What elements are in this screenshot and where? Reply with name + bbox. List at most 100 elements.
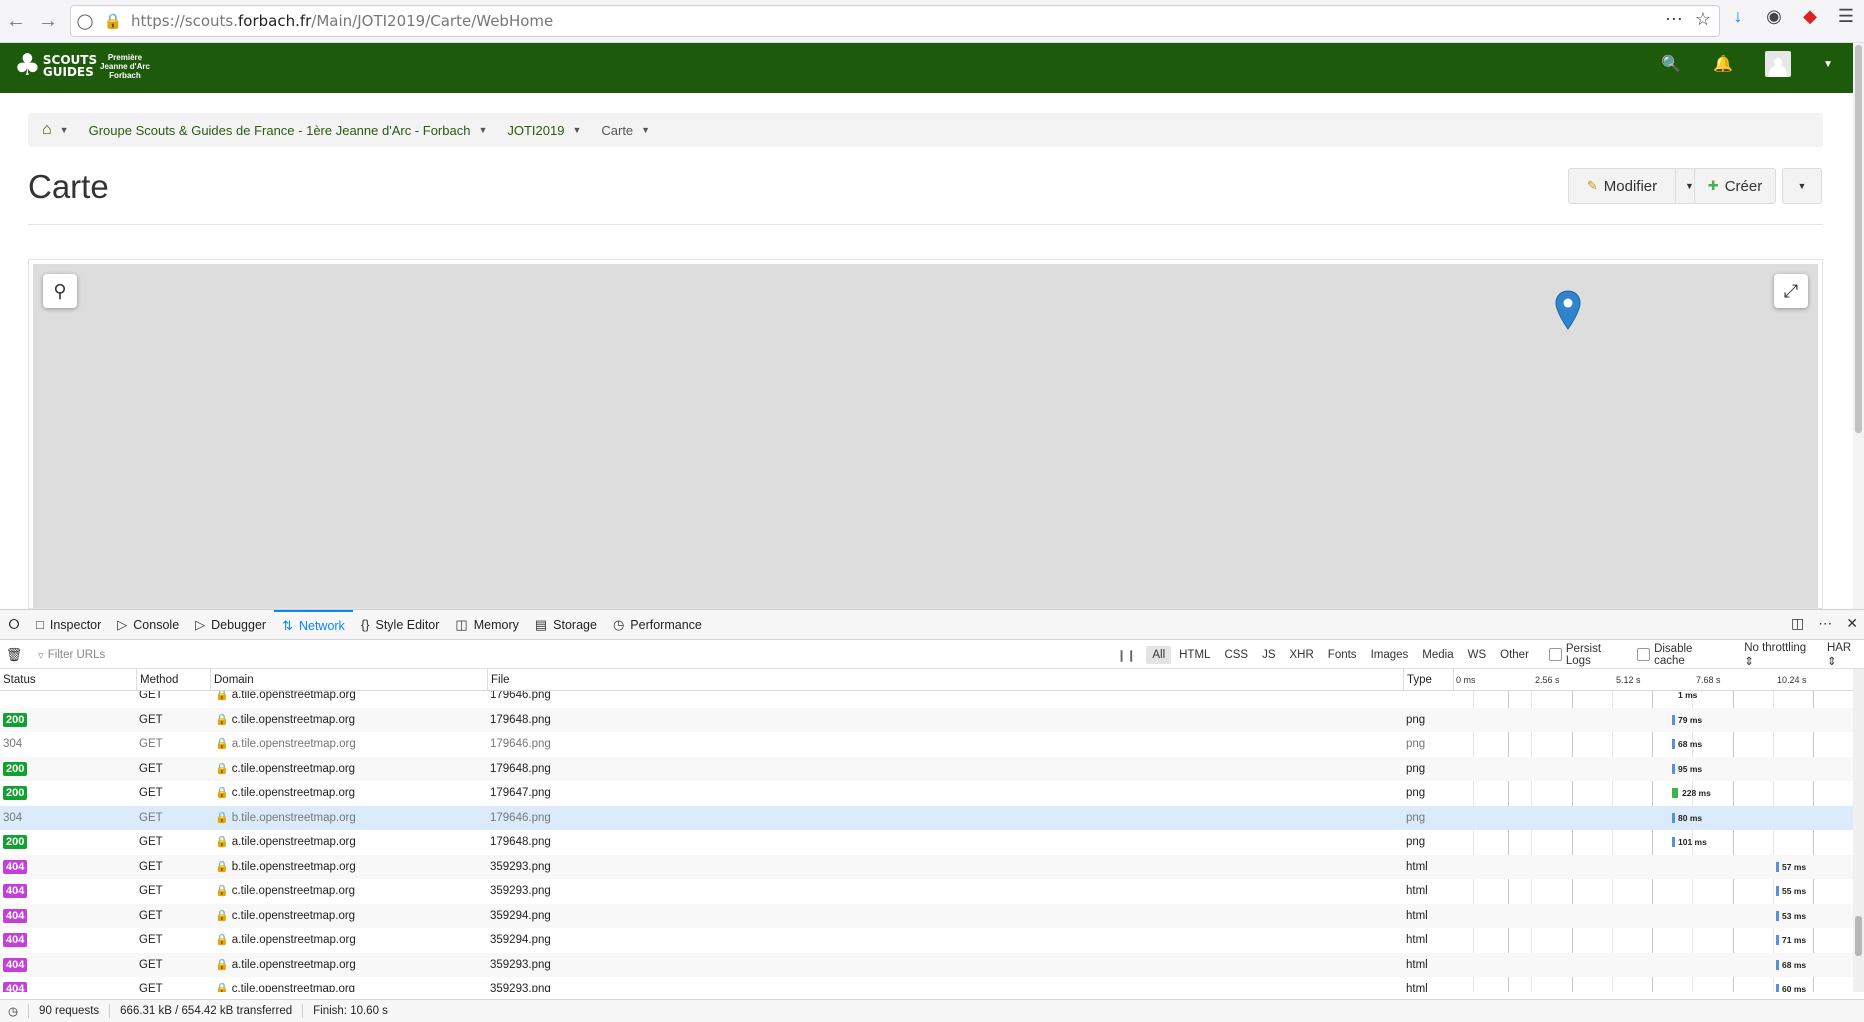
chevron-down-icon[interactable]: ▼ [641,125,650,135]
edit-button[interactable]: ✎ Modifier [1568,168,1676,204]
disable-cache-checkbox[interactable]: Disable cache [1637,643,1726,667]
type-filter-images[interactable]: Images [1365,646,1415,664]
throttling-select[interactable]: No throttling ⇕ [1744,642,1819,668]
method-cell: GET [139,787,163,799]
table-row[interactable]: 200 GET 🔒 c.tile.openstreetmap.org 179647.pn… [0,781,1853,806]
har-menu[interactable]: HAR ⇕ [1827,642,1864,668]
waterfall-bar [1672,837,1675,847]
breadcrumb-label: JOTI2019 [507,122,565,138]
type-filter-all[interactable]: All [1146,645,1172,664]
user-menu-caret-icon[interactable]: ▼ [1823,59,1833,70]
account-icon[interactable]: ◉ [1762,6,1786,27]
site-logo[interactable]: ♣ SCOUTS GUIDES Première Jeanne d'Arc For… [14,48,150,84]
method-cell: GET [139,738,163,750]
type-filter-fonts[interactable]: Fonts [1322,646,1363,664]
create-button[interactable]: ✚ Créer [1694,168,1776,204]
column-file[interactable]: File [487,669,1403,691]
tab-inspector[interactable]: □ Inspector [28,610,109,640]
search-icon[interactable]: 🔍 [1661,54,1681,74]
pause-icon[interactable]: ❙❙ [1106,648,1146,662]
type-filter-js[interactable]: JS [1256,646,1281,664]
more-actions-button[interactable]: ▼ [1782,168,1822,204]
chevron-down-icon[interactable]: ▼ [572,125,581,135]
tab-network[interactable]: ⇅ Network [274,609,353,640]
tab-debugger[interactable]: ▷ Debugger [187,610,274,640]
persist-logs-checkbox[interactable]: Persist Logs [1548,643,1629,667]
map-canvas[interactable]: ⚲ ⤢ [33,264,1818,608]
table-row[interactable]: 200 GET 🔒 a.tile.openstreetmap.org 179648.pn… [0,830,1853,855]
forward-arrow-icon[interactable]: → [32,5,64,37]
shield-icon[interactable]: ◯ [71,12,99,30]
table-row[interactable]: 304 GET 🔒 b.tile.openstreetmap.org 179646.pn… [0,805,1853,830]
lock-icon: 🔒 [215,787,229,799]
close-icon[interactable]: ✕ [1846,615,1858,632]
memory-icon: ◫ [455,616,468,632]
page-actions-icon[interactable]: ⋯ [1665,9,1683,30]
download-icon[interactable]: ↓ [1726,6,1750,27]
table-row[interactable]: 404 GET 🔒 a.tile.openstreetmap.org 359293.pn… [0,952,1853,978]
type-filter-css[interactable]: CSS [1218,646,1254,664]
map-fullscreen-button[interactable]: ⤢ [1774,274,1808,308]
type-cell: png [1406,811,1426,824]
type-filter-html[interactable]: HTML [1173,646,1216,664]
requests-scrollbar[interactable] [1853,669,1864,992]
user-avatar[interactable] [1765,51,1792,77]
type-filter-ws[interactable]: WS [1462,646,1493,664]
table-row[interactable]: 404 GET 🔒 c.tile.openstreetmap.org 359294.pn… [0,903,1853,928]
column-method[interactable]: Method [136,669,210,691]
table-row[interactable]: 200 GET 🔒 c.tile.openstreetmap.org 179648.pn… [0,707,1853,732]
tab-style-editor[interactable]: {} Style Editor [353,610,448,640]
status-cell: 404 [3,953,28,978]
type-filter-xhr[interactable]: XHR [1284,646,1320,664]
tab-memory[interactable]: ◫ Memory [447,610,526,640]
column-type[interactable]: Type [1403,669,1453,691]
menu-icon[interactable]: ☰ [1834,6,1858,27]
table-row[interactable]: 404 GET 🔒 a.tile.openstreetmap.org 359294.pn… [0,928,1853,953]
url-text[interactable]: https://scouts.forbach.fr/Main/JOTI2019/… [131,12,553,30]
map-search-button[interactable]: ⚲ [43,274,77,308]
page-scrollbar[interactable] [1853,43,1864,609]
breadcrumb-home[interactable]: ⌂ ▼ [42,121,69,139]
domain-cell: 🔒 c.tile.openstreetmap.org [215,757,355,782]
performance-analysis-icon[interactable]: ◷ [8,1004,18,1018]
tab-performance[interactable]: ◷ Performance [605,610,710,640]
notifications-bell-icon[interactable]: 🔔 [1713,54,1733,74]
table-row[interactable]: 404 GET 🔒 c.tile.openstreetmap.org 359293.pn… [0,977,1853,992]
back-arrow-icon[interactable]: ← [0,5,32,37]
type-filter-other[interactable]: Other [1494,646,1535,664]
breadcrumb-item-group[interactable]: Groupe Scouts & Guides de France - 1ère … [89,123,488,138]
table-row[interactable]: 200 GET 🔒 c.tile.openstreetmap.org 179648.pn… [0,756,1853,782]
bookmark-star-icon[interactable]: ☆ [1695,9,1711,30]
timing-label: 80 ms [1678,812,1703,823]
chevron-down-icon[interactable]: ▼ [478,125,487,135]
table-row[interactable]: 404 GET 🔒 b.tile.openstreetmap.org 359293.pn… [0,854,1853,879]
table-row[interactable]: 404 GET 🔒 c.tile.openstreetmap.org 359293.pn… [0,879,1853,904]
devtools-options-icon[interactable]: ⋯ [1818,615,1832,632]
address-bar[interactable]: ◯ 🔒 https://scouts.forbach.fr/Main/JOTI2… [70,5,1720,37]
table-row[interactable]: GET 🔒 a.tile.openstreetmap.org 179646.png 1 … [0,691,1853,708]
checkbox-box[interactable] [1637,648,1651,661]
map-marker-icon[interactable] [1555,290,1581,330]
breadcrumb-label: Carte [601,122,634,138]
tab-console[interactable]: ▷ Console [109,610,187,640]
tab-storage[interactable]: ▤ Storage [527,610,605,640]
clear-trash-icon[interactable]: 🗑 [0,647,28,663]
extension-icon[interactable]: ◆ [1798,6,1822,27]
type-cell: png [1406,738,1426,750]
element-picker-icon[interactable]: ⭘ [0,616,28,633]
type-filter-media[interactable]: Media [1416,646,1459,664]
waterfall-bar [1672,812,1675,823]
type-cell: png [1406,787,1426,799]
table-row[interactable]: 304 GET 🔒 a.tile.openstreetmap.org 179646.pn… [0,732,1853,757]
waterfall-bar [1776,910,1779,921]
status-code: 304 [3,738,23,750]
checkbox-box[interactable] [1548,648,1562,661]
column-status[interactable]: Status [0,669,136,691]
dock-toggle-icon[interactable]: ◫ [1791,615,1804,632]
filter-urls-input[interactable]: ▿ Filter URLs [28,648,1106,662]
lock-icon[interactable]: 🔒 [99,12,127,30]
status-badge: 404 [3,982,28,992]
column-domain[interactable]: Domain [210,669,487,691]
chevron-down-icon[interactable]: ▼ [60,125,69,135]
breadcrumb-item-joti2019[interactable]: JOTI2019 ▼ [507,123,581,138]
